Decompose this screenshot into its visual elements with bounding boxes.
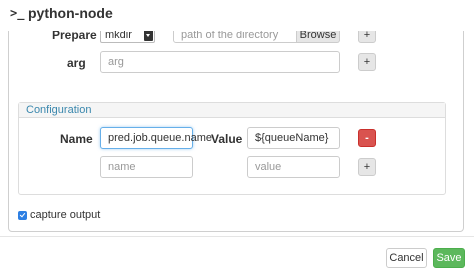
add-config-button[interactable]: + xyxy=(358,158,376,176)
configuration-title: Configuration xyxy=(26,104,92,116)
arg-label: arg xyxy=(67,56,86,70)
add-arg-button[interactable]: + xyxy=(358,53,376,71)
new-config-name-input[interactable]: name xyxy=(100,156,193,178)
config-name-value: pred.job.queue.name xyxy=(108,132,212,144)
browse-button[interactable]: Browse xyxy=(297,31,340,43)
new-config-name-placeholder: name xyxy=(108,161,136,173)
terminal-prompt-icon: >_ xyxy=(10,6,25,20)
prepare-label: Prepare xyxy=(52,31,97,42)
modal-header: >_ python-node xyxy=(0,0,474,31)
chevron-down-icon xyxy=(144,31,153,41)
save-button[interactable]: Save xyxy=(433,248,465,268)
arg-placeholder: arg xyxy=(108,56,124,68)
configuration-header: Configuration xyxy=(19,103,445,118)
modal-footer: Cancel Save xyxy=(0,236,474,277)
prepare-path-placeholder: path of the directory xyxy=(181,31,279,41)
capture-output-checkbox[interactable] xyxy=(18,211,27,220)
config-value-value: ${queueName} xyxy=(255,132,329,144)
config-name-input[interactable]: pred.job.queue.name xyxy=(100,127,212,149)
configuration-section: Configuration xyxy=(18,102,446,195)
arg-input[interactable]: arg xyxy=(100,51,340,73)
new-config-value-placeholder: value xyxy=(255,161,282,173)
prepare-select-value: mkdir xyxy=(105,31,132,41)
config-value-input[interactable]: ${queueName} xyxy=(247,127,340,149)
modal-body[interactable]: Prepare mkdir path of the directory Brow… xyxy=(0,31,474,236)
add-prepare-button[interactable]: + xyxy=(358,31,376,43)
new-config-value-input[interactable]: value xyxy=(247,156,340,178)
prepare-command-select[interactable]: mkdir xyxy=(100,31,155,43)
capture-output-label[interactable]: capture output xyxy=(30,209,100,221)
config-name-label: Name xyxy=(60,132,93,146)
config-value-label: Value xyxy=(211,132,243,146)
modal-title: python-node xyxy=(28,5,113,21)
remove-config-button[interactable]: - xyxy=(358,129,376,147)
cancel-button[interactable]: Cancel xyxy=(386,248,427,268)
prepare-path-input[interactable]: path of the directory xyxy=(173,31,297,43)
